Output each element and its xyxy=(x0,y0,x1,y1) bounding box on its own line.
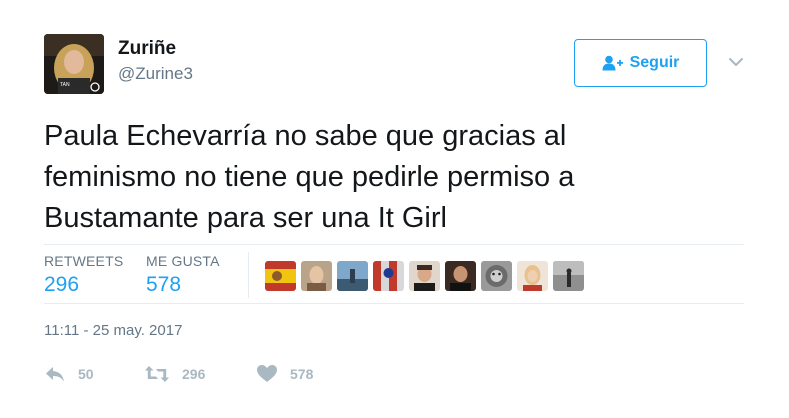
profile-photo: TAN xyxy=(44,34,104,94)
tweet-text: Paula Echevarría no sabe que gracias al … xyxy=(44,116,744,239)
display-name[interactable]: Zuriñe xyxy=(118,38,176,60)
tweet-line: Bustamante para ser una It Girl xyxy=(44,202,447,234)
follow-button[interactable]: Seguir xyxy=(574,39,707,87)
author-avatar[interactable]: TAN xyxy=(44,34,104,94)
like-action[interactable]: 578 xyxy=(256,364,356,383)
likes-stat[interactable]: ME GUSTA 578 xyxy=(146,253,220,297)
retweet-icon xyxy=(144,365,170,383)
liker-avatar[interactable] xyxy=(265,261,296,291)
retweet-count: 296 xyxy=(182,365,206,382)
liker-avatar[interactable] xyxy=(481,261,512,291)
liker-avatar[interactable] xyxy=(517,261,548,291)
chevron-down-icon[interactable] xyxy=(726,54,746,70)
user-handle[interactable]: @Zurine3 xyxy=(118,64,193,84)
tweet-actions: 50 296 578 xyxy=(44,364,356,383)
tweet-line: feminismo no tiene que pedirle permiso a xyxy=(44,161,575,193)
person-plus-icon xyxy=(602,55,624,71)
tweet-line: Paula Echevarría no sabe que gracias al xyxy=(44,120,567,152)
reply-icon xyxy=(44,365,66,383)
likes-count: 578 xyxy=(146,273,182,296)
stats-divider-bottom xyxy=(44,303,744,304)
liker-avatar[interactable] xyxy=(553,261,584,291)
svg-text:TAN: TAN xyxy=(60,82,70,88)
likes-label: ME GUSTA xyxy=(146,253,220,269)
reply-action[interactable]: 50 xyxy=(44,365,144,383)
liker-avatars xyxy=(265,261,584,291)
stats-vertical-divider xyxy=(248,252,249,298)
liker-avatar[interactable] xyxy=(373,261,404,291)
liker-avatar[interactable] xyxy=(445,261,476,291)
liker-avatar[interactable] xyxy=(409,261,440,291)
retweet-action[interactable]: 296 xyxy=(144,365,256,383)
liker-avatar[interactable] xyxy=(337,261,368,291)
retweets-label: RETWEETS xyxy=(44,253,124,269)
stats-divider-top xyxy=(44,244,744,245)
like-count: 578 xyxy=(290,365,314,382)
retweets-stat[interactable]: RETWEETS 296 xyxy=(44,253,123,297)
retweets-count: 296 xyxy=(44,273,80,296)
reply-count: 50 xyxy=(78,365,94,382)
heart-icon xyxy=(256,364,278,383)
tweet-timestamp[interactable]: 11:11 - 25 may. 2017 xyxy=(44,322,182,339)
liker-avatar[interactable] xyxy=(301,261,332,291)
follow-label: Seguir xyxy=(629,54,680,71)
